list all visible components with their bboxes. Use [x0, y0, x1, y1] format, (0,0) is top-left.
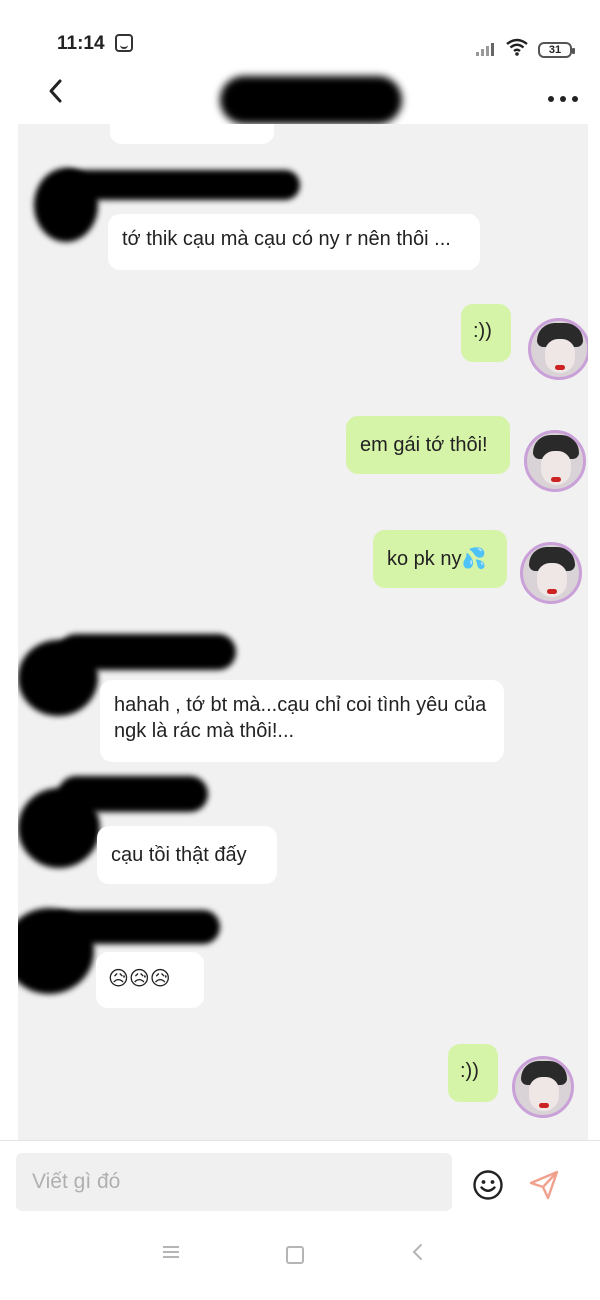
message-bubble-incoming[interactable]: tớ thik cạu mà cạu có ny r nên thôi ... [108, 214, 480, 270]
message-text: cạu tồi thật đấy [111, 844, 247, 866]
my-avatar[interactable] [528, 318, 588, 380]
message-text: :)) [473, 320, 492, 342]
message-text: :)) [460, 1060, 479, 1082]
composer-bar [0, 1140, 600, 1217]
message-input[interactable] [16, 1153, 452, 1211]
sender-name-redacted [48, 910, 220, 944]
contact-name-redacted [220, 76, 402, 124]
message-bubble-incoming[interactable]: hahah , tớ bt mà...cạu chỉ coi tình yêu … [100, 680, 504, 762]
nav-back-icon[interactable] [408, 1242, 428, 1262]
back-icon[interactable] [42, 76, 72, 106]
emoji-icon[interactable] [472, 1169, 504, 1201]
message-bubble-incoming[interactable]: cạu tồi thật đấy [97, 826, 277, 884]
chat-screen: 11:14 31 tớ thik cạu mà cạu có ny r nên … [0, 0, 600, 1300]
status-bar: 11:14 31 [0, 0, 600, 70]
message-bubble-outgoing[interactable]: :)) [461, 304, 511, 362]
my-avatar[interactable] [524, 430, 586, 492]
chat-header [0, 70, 600, 126]
battery-indicator: 31 [538, 42, 575, 58]
message-text: ko pk ny💦 [387, 548, 487, 570]
message-text: tớ thik cạu mà cạu có ny r nên thôi ... [122, 228, 451, 250]
more-icon[interactable] [546, 94, 582, 104]
message-text: em gái tớ thôi! [360, 434, 488, 456]
my-avatar[interactable] [520, 542, 582, 604]
sender-name-redacted [58, 776, 208, 812]
send-icon[interactable] [528, 1169, 560, 1201]
notification-face-icon [115, 34, 133, 52]
message-bubble-outgoing[interactable]: :)) [448, 1044, 498, 1102]
partial-message-bubble [110, 124, 274, 144]
message-text: 😥😥😥 [108, 968, 171, 990]
message-bubble-outgoing[interactable]: em gái tớ thôi! [346, 416, 510, 474]
message-bubble-incoming[interactable]: 😥😥😥 [96, 952, 204, 1008]
system-nav-bar [0, 1216, 600, 1300]
status-time: 11:14 [57, 33, 105, 54]
sender-name-redacted [58, 170, 300, 200]
message-bubble-outgoing[interactable]: ko pk ny💦 [373, 530, 507, 588]
message-text: hahah , tớ bt mà...cạu chỉ coi tình yêu … [114, 694, 487, 742]
nav-home-icon[interactable] [286, 1246, 304, 1264]
message-list[interactable]: tớ thik cạu mà cạu có ny r nên thôi ... … [18, 124, 588, 1140]
my-avatar[interactable] [512, 1056, 574, 1118]
sender-name-redacted [58, 634, 236, 670]
signal-icon [476, 42, 498, 56]
wifi-icon [506, 38, 528, 56]
nav-menu-icon[interactable] [163, 1246, 181, 1260]
